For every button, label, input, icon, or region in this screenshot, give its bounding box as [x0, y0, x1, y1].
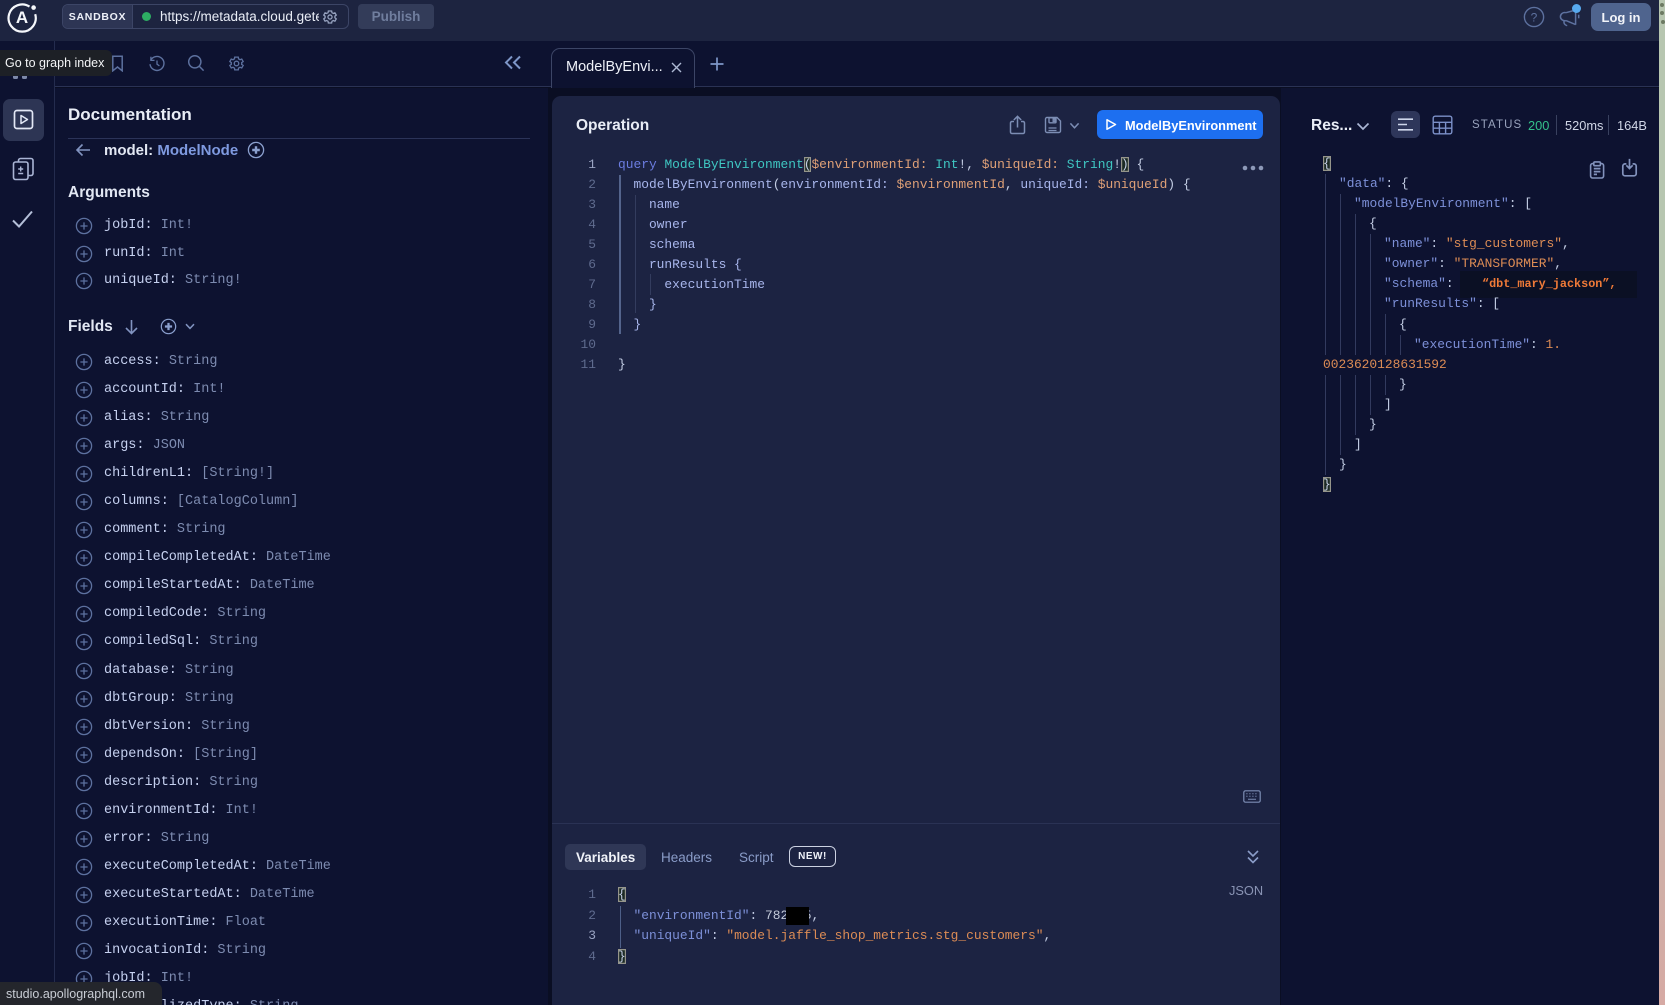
svg-text:?: ?: [1531, 10, 1538, 24]
svg-text:A: A: [16, 8, 28, 27]
